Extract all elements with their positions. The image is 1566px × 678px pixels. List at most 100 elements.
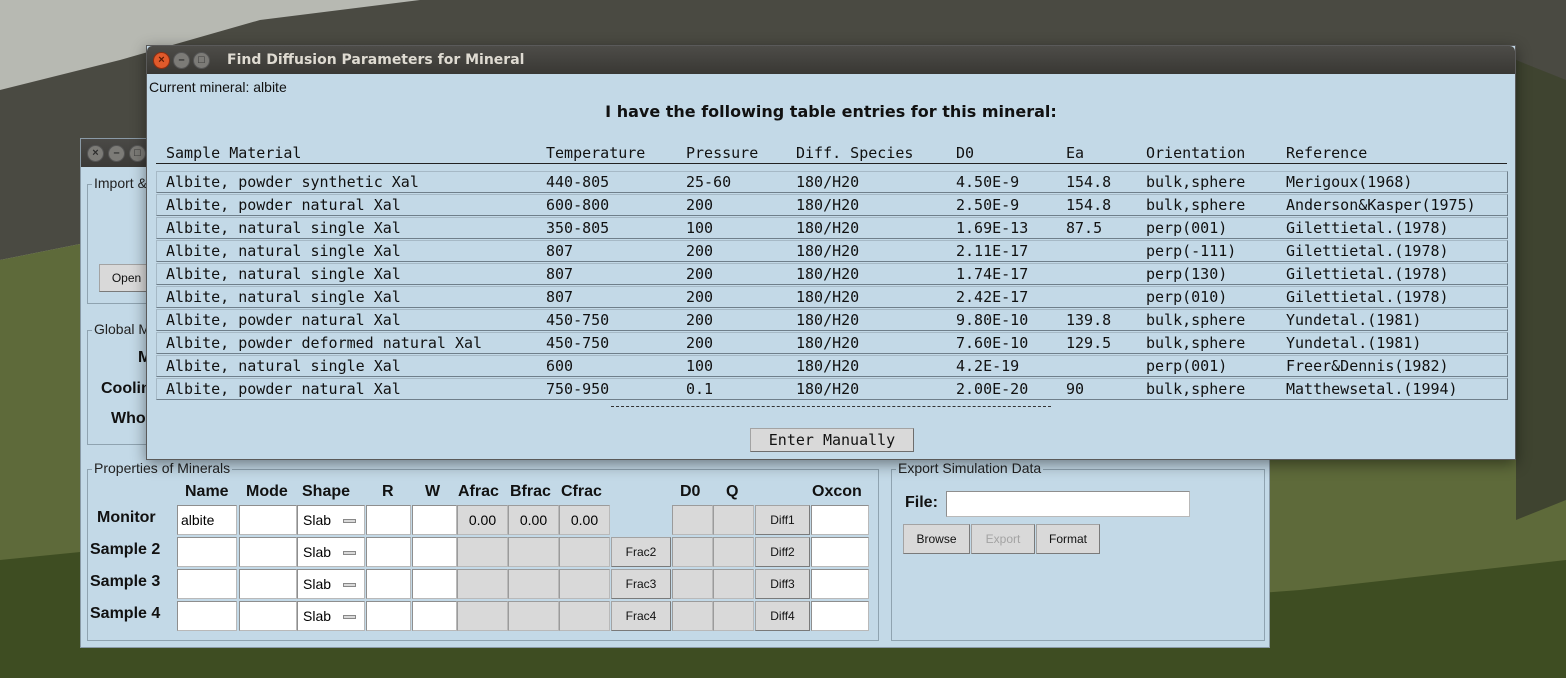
frac2-button[interactable]: Frac2 — [611, 537, 671, 567]
cell-ea: 154.8 — [1066, 173, 1112, 191]
export-button[interactable]: Export — [971, 524, 1035, 554]
sample2-name-input[interactable] — [177, 537, 237, 567]
cell-d0: 2.11E-17 — [956, 242, 1029, 260]
sample3-oxcon-input[interactable] — [811, 569, 869, 599]
monitor-name-input[interactable]: albite — [177, 505, 237, 535]
minimize-icon[interactable]: – — [173, 51, 190, 69]
col-orientation: Orientation — [1146, 144, 1246, 162]
col-header-cfrac: Cfrac — [561, 483, 602, 500]
maximize-icon[interactable]: □ — [129, 144, 146, 162]
dropdown-indicator-icon — [343, 519, 356, 523]
cell-diff-species: 180/H20 — [796, 311, 860, 329]
monitor-r-input[interactable] — [366, 505, 411, 535]
cell-d0: 2.42E-17 — [956, 288, 1029, 306]
sample3-q — [713, 569, 754, 599]
maximize-icon[interactable]: □ — [193, 51, 210, 69]
cell-ea: 139.8 — [1066, 311, 1112, 329]
sample2-q — [713, 537, 754, 567]
sample3-name-input[interactable] — [177, 569, 237, 599]
sample2-shape-value: Slab — [303, 544, 332, 560]
global-label-3: Who — [111, 410, 146, 427]
cell-diff-species: 180/H20 — [796, 242, 860, 260]
table-row[interactable]: Albite, natural single Xal 807 200 180/H20 2… — [156, 240, 1508, 262]
table-row[interactable]: Albite, powder deformed natural Xal 450-7… — [156, 332, 1508, 354]
sample2-shape-select[interactable]: Slab — [297, 537, 365, 567]
cell-reference: Merigoux(1968) — [1286, 173, 1413, 191]
table-row[interactable]: Albite, natural single Xal 600 100 180/H20 4… — [156, 355, 1508, 377]
monitor-oxcon-input[interactable] — [811, 505, 869, 535]
sample2-w-input[interactable] — [412, 537, 457, 567]
browse-button[interactable]: Browse — [903, 524, 970, 554]
enter-manually-button[interactable]: Enter Manually — [750, 428, 914, 452]
sample4-name-input[interactable] — [177, 601, 237, 631]
cell-sample-material: Albite, powder natural Xal — [166, 311, 401, 329]
frac3-button[interactable]: Frac3 — [611, 569, 671, 599]
cell-temperature: 750-950 — [546, 380, 610, 398]
properties-group-title: Properties of Minerals — [92, 460, 233, 476]
cell-sample-material: Albite, natural single Xal — [166, 357, 401, 375]
monitor-afrac: 0.00 — [457, 505, 508, 535]
close-icon[interactable]: × — [87, 144, 104, 162]
table-row[interactable]: Albite, natural single Xal 807 200 180/H20 1… — [156, 263, 1508, 285]
sample3-shape-value: Slab — [303, 576, 332, 592]
cell-sample-material: Albite, powder natural Xal — [166, 380, 401, 398]
cell-d0: 7.60E-10 — [956, 334, 1029, 352]
export-group-title: Export Simulation Data — [896, 460, 1044, 476]
diff4-button[interactable]: Diff4 — [755, 601, 810, 631]
diff3-button[interactable]: Diff3 — [755, 569, 810, 599]
sample3-shape-select[interactable]: Slab — [297, 569, 365, 599]
row-label-sample2: Sample 2 — [90, 541, 161, 558]
col-ea: Ea — [1066, 144, 1085, 162]
cell-orientation: perp(130) — [1146, 265, 1228, 283]
sample2-mode-input[interactable] — [239, 537, 297, 567]
monitor-shape-select[interactable]: Slab — [297, 505, 365, 535]
close-icon[interactable]: × — [153, 51, 170, 69]
monitor-bfrac: 0.00 — [508, 505, 559, 535]
format-button[interactable]: Format — [1036, 524, 1100, 554]
table-row[interactable]: Albite, natural single Xal 350-805 100 180/… — [156, 217, 1508, 239]
frac4-button[interactable]: Frac4 — [611, 601, 671, 631]
monitor-mode-input[interactable] — [239, 505, 297, 535]
cell-temperature: 807 — [546, 242, 574, 260]
cell-temperature: 600 — [546, 357, 574, 375]
minimize-icon[interactable]: – — [108, 144, 125, 162]
cell-orientation: perp(-111) — [1146, 242, 1237, 260]
cell-reference: Yundetal.(1981) — [1286, 311, 1422, 329]
diff1-button[interactable]: Diff1 — [755, 505, 810, 535]
dropdown-indicator-icon — [343, 615, 356, 619]
cell-pressure: 200 — [686, 288, 714, 306]
cell-d0: 1.74E-17 — [956, 265, 1029, 283]
sample3-mode-input[interactable] — [239, 569, 297, 599]
table-row[interactable]: Albite, powder natural Xal 600-800 200 180/… — [156, 194, 1508, 216]
diff2-button[interactable]: Diff2 — [755, 537, 810, 567]
sample3-w-input[interactable] — [412, 569, 457, 599]
cell-pressure: 200 — [686, 242, 714, 260]
monitor-w-input[interactable] — [412, 505, 457, 535]
sample4-mode-input[interactable] — [239, 601, 297, 631]
sample4-oxcon-input[interactable] — [811, 601, 869, 631]
cell-orientation: bulk,sphere — [1146, 334, 1246, 352]
table-row[interactable]: Albite, powder natural Xal 450-750 200 180/… — [156, 309, 1508, 331]
cell-diff-species: 180/H20 — [796, 173, 860, 191]
cell-d0: 9.80E-10 — [956, 311, 1029, 329]
cell-orientation: bulk,sphere — [1146, 380, 1246, 398]
cell-d0: 4.2E-19 — [956, 357, 1020, 375]
cell-temperature: 450-750 — [546, 311, 610, 329]
table-row[interactable]: Albite, powder synthetic Xal 440-805 25-60… — [156, 171, 1508, 193]
monitor-d0 — [672, 505, 713, 535]
sample4-w-input[interactable] — [412, 601, 457, 631]
col-header-mode: Mode — [246, 483, 288, 500]
sample3-r-input[interactable] — [366, 569, 411, 599]
table-row[interactable]: Albite, powder natural Xal 750-950 0.1 180/… — [156, 378, 1508, 400]
dashed-separator — [611, 406, 1051, 407]
cell-d0: 1.69E-13 — [956, 219, 1029, 237]
sample2-cfrac — [559, 537, 610, 567]
row-label-sample3: Sample 3 — [90, 573, 161, 590]
sample4-r-input[interactable] — [366, 601, 411, 631]
file-input[interactable] — [946, 491, 1190, 517]
sample4-shape-select[interactable]: Slab — [297, 601, 365, 631]
sample2-r-input[interactable] — [366, 537, 411, 567]
sample3-afrac — [457, 569, 508, 599]
table-row[interactable]: Albite, natural single Xal 807 200 180/H20 2… — [156, 286, 1508, 308]
sample2-oxcon-input[interactable] — [811, 537, 869, 567]
